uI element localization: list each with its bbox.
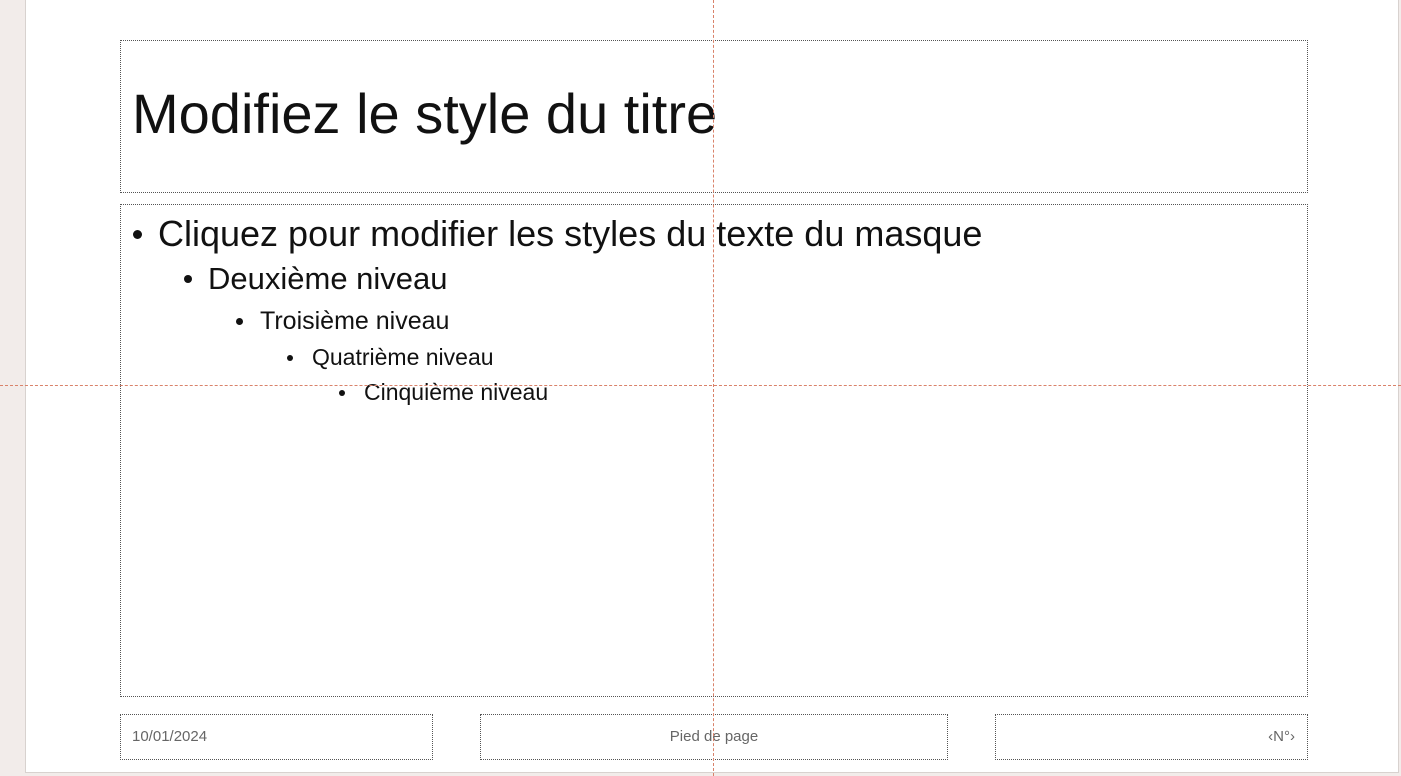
bullet-icon [184,275,192,283]
body-level-5[interactable]: Cinquième niveau [339,379,548,406]
body-level-5-text: Cinquième niveau [364,379,549,405]
body-level-3[interactable]: Troisième niveau [236,307,449,336]
slide-number-placeholder[interactable]: ‹N°› [995,714,1308,760]
body-level-2[interactable]: Deuxième niveau [184,261,448,297]
bullet-icon [287,354,293,361]
slide-number-text: ‹N°› [1268,728,1295,745]
bullet-icon [339,389,345,396]
body-level-1-text: Cliquez pour modifier les styles du text… [158,213,983,254]
title-placeholder[interactable]: Modifiez le style du titre [120,40,1308,193]
date-placeholder[interactable]: 10/01/2024 [120,714,433,760]
vertical-guide[interactable] [713,0,714,776]
bullet-icon [133,229,142,239]
body-placeholder[interactable]: Cliquez pour modifier les styles du text… [120,204,1308,697]
slide-master-canvas[interactable]: Modifiez le style du titre Cliquez pour … [25,0,1399,773]
body-level-3-text: Troisième niveau [260,307,450,335]
body-level-1[interactable]: Cliquez pour modifier les styles du text… [133,213,982,255]
editor-workspace: Modifiez le style du titre Cliquez pour … [0,0,1401,776]
footer-text: Pied de page [669,728,759,745]
footer-placeholder[interactable]: Pied de page [480,714,948,760]
body-level-4-text: Quatrième niveau [312,344,494,370]
horizontal-guide[interactable] [0,385,1401,386]
date-text: 10/01/2024 [132,728,208,745]
body-level-4[interactable]: Quatrième niveau [287,344,494,371]
title-text[interactable]: Modifiez le style du titre [132,81,717,146]
body-level-2-text: Deuxième niveau [208,261,448,296]
bullet-icon [236,318,243,325]
